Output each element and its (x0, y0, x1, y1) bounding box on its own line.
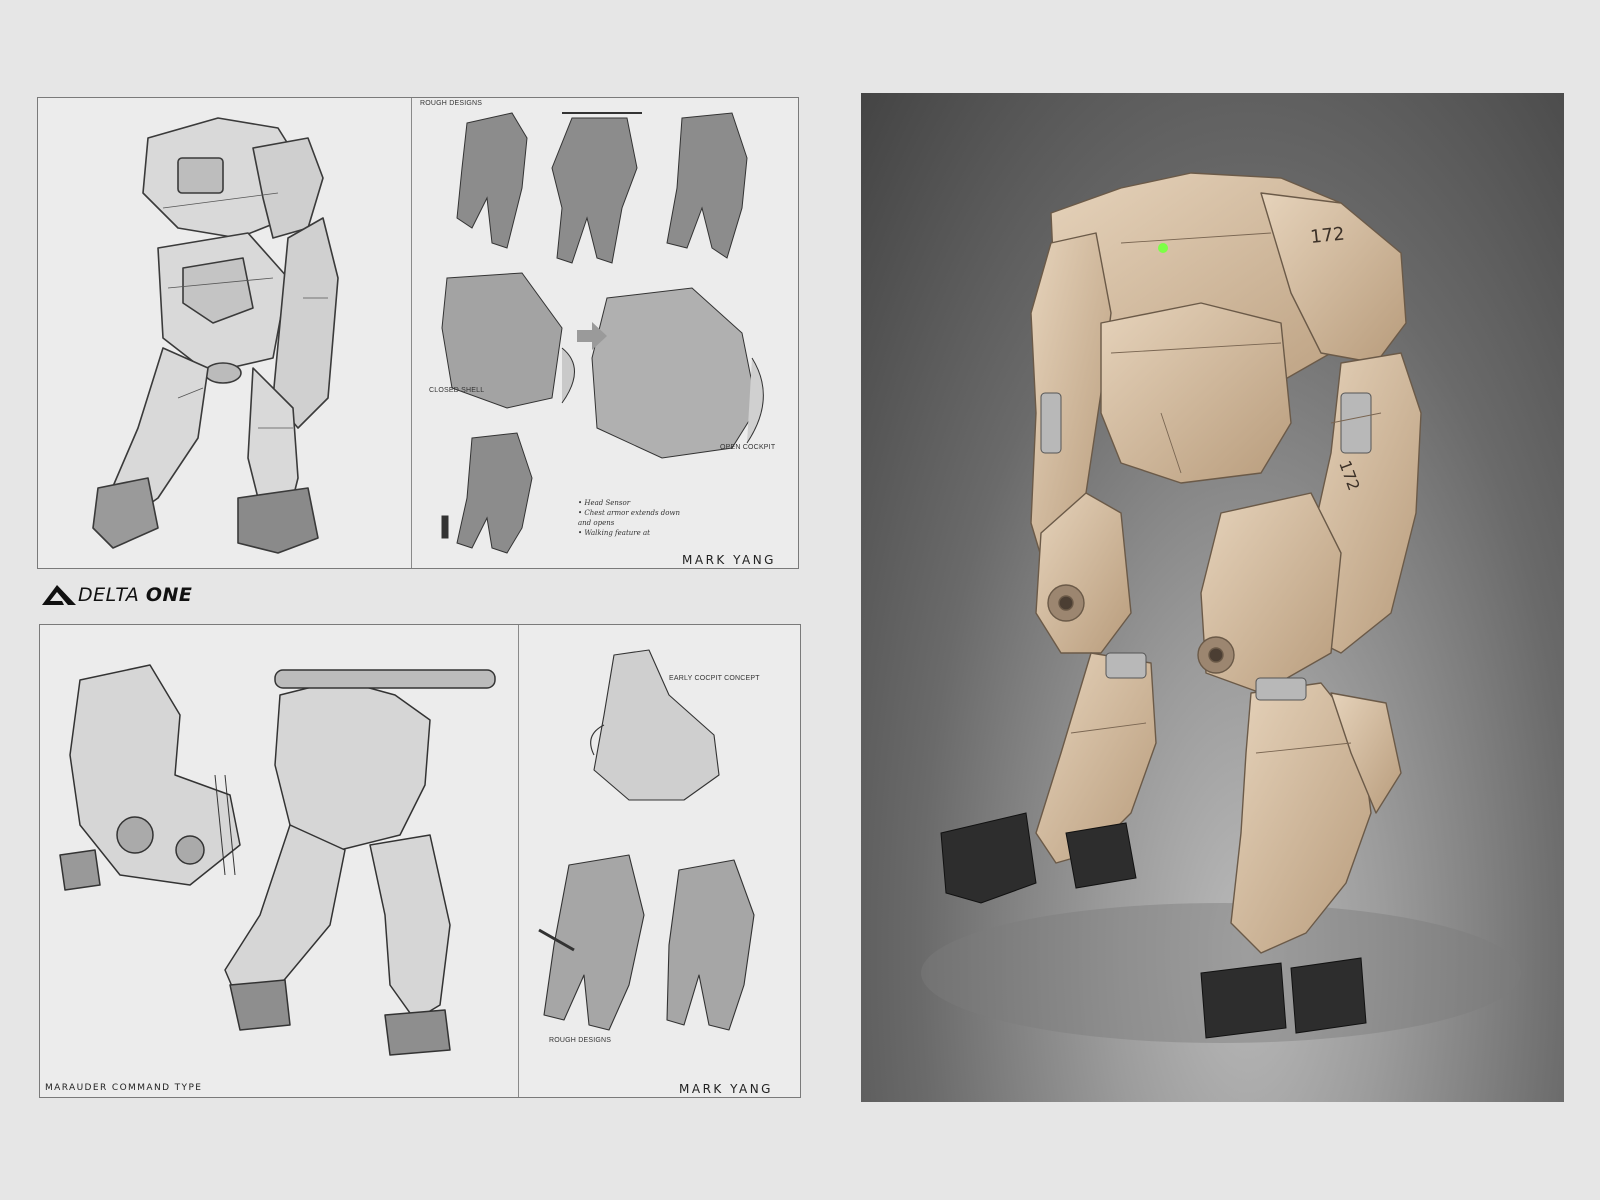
cockpit-sketches (538, 649, 755, 1031)
bottom-concept-sheet: MARAUDER COMMAND TYPE EARLY COCPIT CONCE… (39, 624, 801, 1098)
logo-word-one: ONE (145, 584, 193, 606)
design-notes: • Head Sensor • Chest armor extends down… (578, 498, 680, 538)
closed-shell-label: CLOSED SHELL (429, 387, 485, 394)
hull-number: 172 (1309, 223, 1345, 247)
note-line: • Walking feature at (578, 529, 650, 537)
rough-designs-label: ROUGH DESIGNS (549, 1037, 612, 1044)
mech-sketch-panel (38, 98, 411, 568)
note-line: • Chest armor extends down (578, 509, 680, 517)
artist-signature: MARK YANG (682, 553, 776, 567)
marauder-sketch-panel: MARAUDER COMMAND TYPE (40, 625, 518, 1097)
delta-one-logo: DELTA ONE (40, 583, 192, 607)
delta-triangle-icon (42, 585, 76, 605)
note-line: • Head Sensor (578, 499, 631, 507)
note-line: and opens (578, 519, 615, 527)
cockpit-concept-panel: EARLY COCPIT CONCEPT ROUGH DESIGNS MARK … (519, 625, 800, 1097)
artist-signature: MARK YANG (679, 1082, 773, 1096)
top-concept-sheet: ROUGH DESIGNS CLOSED SHELL OPEN COCKPIT … (37, 97, 799, 569)
mech-color-render: 172 172 (861, 93, 1564, 1102)
rough-designs-panel: ROUGH DESIGNS CLOSED SHELL OPEN COCKPIT … (412, 98, 798, 568)
open-cockpit-label: OPEN COCKPIT (720, 444, 776, 451)
mech-render-illustration: 172 172 (921, 172, 1521, 1043)
mech-sketch-drawing (92, 117, 339, 554)
mech-type-caption: MARAUDER COMMAND TYPE (45, 1083, 203, 1093)
marauder-sketch-drawing (59, 664, 496, 1056)
logo-word-delta: DELTA (78, 584, 140, 606)
